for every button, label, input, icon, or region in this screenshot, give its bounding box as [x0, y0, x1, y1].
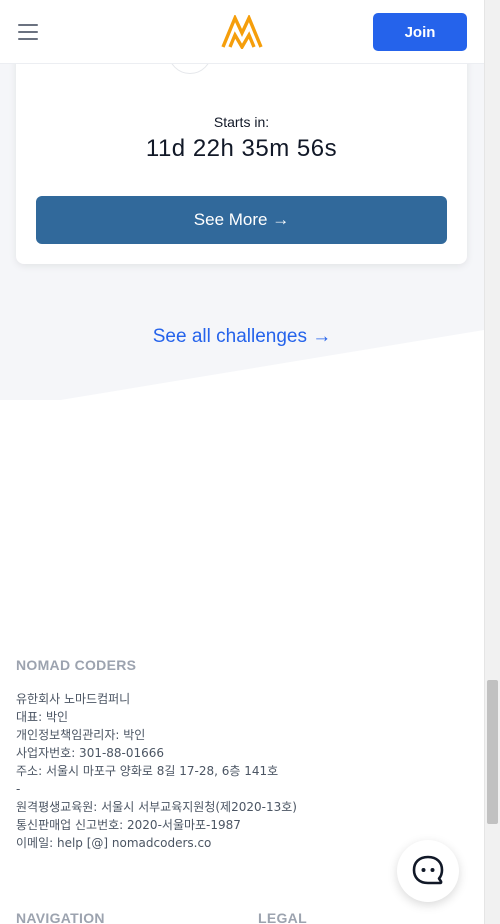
- page: Starts in: 11d 22h 35m 56s See More → Se…: [0, 0, 484, 924]
- page-scrollbar[interactable]: [484, 0, 500, 924]
- company-info-line: 사업자번호: 301-88-01666: [16, 746, 165, 760]
- scrollbar-thumb[interactable]: [487, 680, 498, 824]
- footer-company-title: NOMAD CODERS: [16, 657, 137, 673]
- company-info-line: 통신판매업 신고번호: 2020-서울마포-1987: [16, 818, 241, 832]
- company-info-line: -: [16, 782, 21, 796]
- hamburger-menu-icon[interactable]: [18, 24, 38, 40]
- top-header: Join: [0, 0, 484, 64]
- company-info-line: 대표: 박인: [16, 710, 69, 724]
- company-info-line: 이메일: help [@] nomadcoders.co: [16, 836, 212, 850]
- company-info: 유한회사 노마드컴퍼니 대표: 박인 개인정보책임관리자: 박인 사업자번호: …: [16, 690, 297, 852]
- countdown-timer: 11d 22h 35m 56s: [145, 135, 338, 162]
- see-all-challenges-link[interactable]: See all challenges →: [0, 326, 484, 348]
- company-info-line: 주소: 서울시 마포구 양화로 8길 17-28, 6층 141호: [16, 764, 279, 778]
- footer-navigation-title: NAVIGATION: [16, 910, 105, 924]
- see-more-button[interactable]: See More →: [36, 196, 447, 244]
- nomad-coders-logo[interactable]: [221, 15, 263, 49]
- footer-legal-title: LEGAL: [258, 910, 307, 924]
- chat-bubble-icon: [412, 855, 444, 885]
- company-info-line: 유한회사 노마드컴퍼니: [16, 692, 131, 706]
- join-button[interactable]: Join: [373, 13, 467, 51]
- chat-button[interactable]: [397, 840, 459, 902]
- company-info-line: 원격평생교육원: 서울시 서부교육지원청(제2020-13호): [16, 800, 297, 814]
- starts-in-label: Starts in:: [213, 114, 270, 130]
- company-info-line: 개인정보책임관리자: 박인: [16, 728, 146, 742]
